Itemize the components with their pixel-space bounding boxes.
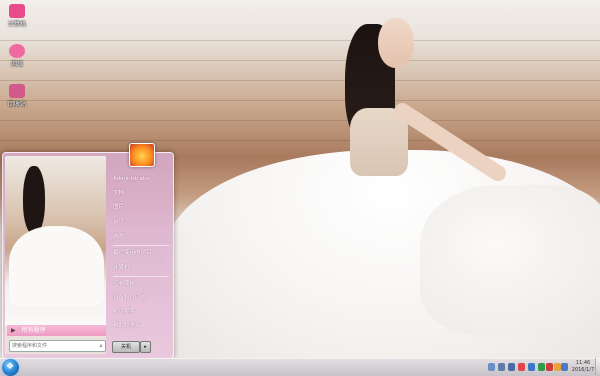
- start-menu: ▶ 所有程序 ⌕ Administrator 文档 图片 音乐 游戏 最近使用的项…: [2, 143, 174, 359]
- desktop-icon-label: 回收站: [7, 101, 26, 108]
- help-tray-icon[interactable]: [561, 363, 568, 371]
- start-item-music[interactable]: 音乐: [113, 216, 169, 226]
- start-item-devices-printers[interactable]: 设备和打印机: [113, 293, 169, 303]
- floor-line: [0, 60, 600, 61]
- start-item-user[interactable]: Administrator: [113, 174, 169, 184]
- start-item-default-programs[interactable]: 默认程序: [113, 307, 169, 317]
- clock-date: 2016/1/7: [571, 367, 595, 373]
- ime-icon[interactable]: [528, 363, 535, 371]
- desktop-icon-recycle-bin[interactable]: 回收站: [2, 84, 32, 108]
- security-icon[interactable]: [546, 363, 553, 371]
- taskbar: ❖ 11:46 2016/1/7: [0, 358, 600, 376]
- start-item-pictures[interactable]: 图片: [113, 202, 169, 212]
- start-item-control-panel[interactable]: 控制面板: [113, 279, 169, 289]
- user-picture[interactable]: [129, 143, 155, 167]
- floor-line: [0, 80, 600, 81]
- app-tray-icon[interactable]: [538, 363, 545, 371]
- photo-hair: [23, 166, 45, 234]
- wallpaper-dress-fold: [420, 185, 600, 335]
- start-item-documents[interactable]: 文档: [113, 188, 169, 198]
- search-icon[interactable]: ⌕: [99, 341, 103, 351]
- shutdown-options-button[interactable]: ▸: [140, 341, 151, 353]
- arrow-right-icon: ▶: [11, 327, 16, 334]
- network-tray-icon[interactable]: [498, 363, 505, 371]
- search-box[interactable]: ⌕: [9, 340, 106, 352]
- show-desktop-button[interactable]: [595, 358, 600, 375]
- clock-time: 11:46: [575, 360, 591, 366]
- network-icon: [9, 44, 25, 58]
- settings-tray-icon[interactable]: [554, 363, 561, 371]
- floor-line: [0, 120, 600, 121]
- start-item-games[interactable]: 游戏: [113, 232, 169, 242]
- floor-line: [0, 40, 600, 41]
- desktop-icon-label: 计算机: [7, 21, 26, 28]
- all-programs-label: 所有程序: [21, 327, 46, 334]
- start-button[interactable]: ❖: [2, 359, 19, 376]
- chevron-up-icon[interactable]: [488, 363, 495, 371]
- volume-icon[interactable]: [508, 363, 515, 371]
- windows-logo-icon: ❖: [6, 362, 15, 372]
- desktop-icon-network[interactable]: 网络: [2, 44, 32, 68]
- shutdown-button[interactable]: 关机: [112, 341, 140, 353]
- floor-line: [0, 140, 600, 141]
- floor-line: [0, 100, 600, 101]
- menu-separator: [113, 245, 169, 246]
- menu-separator: [113, 276, 169, 277]
- start-menu-left-pane: ▶ 所有程序: [5, 156, 106, 354]
- flag-icon[interactable]: [518, 363, 525, 371]
- recycle-bin-icon: [9, 84, 25, 98]
- desktop-icon-label: 网络: [10, 61, 23, 68]
- photo-dress: [9, 226, 104, 306]
- all-programs-button[interactable]: ▶ 所有程序: [7, 325, 106, 336]
- search-input[interactable]: [12, 341, 92, 351]
- start-item-recent[interactable]: 最近使用的项目: [113, 248, 169, 258]
- start-menu-photo: [5, 156, 106, 326]
- taskbar-clock[interactable]: 11:46 2016/1/7: [568, 360, 598, 374]
- start-item-help[interactable]: 帮助和支持: [113, 321, 169, 331]
- start-item-computer[interactable]: 计算机: [113, 263, 169, 273]
- wallpaper-face: [378, 18, 414, 68]
- desktop-icon-computer[interactable]: 计算机: [2, 4, 32, 28]
- computer-icon: [9, 4, 25, 18]
